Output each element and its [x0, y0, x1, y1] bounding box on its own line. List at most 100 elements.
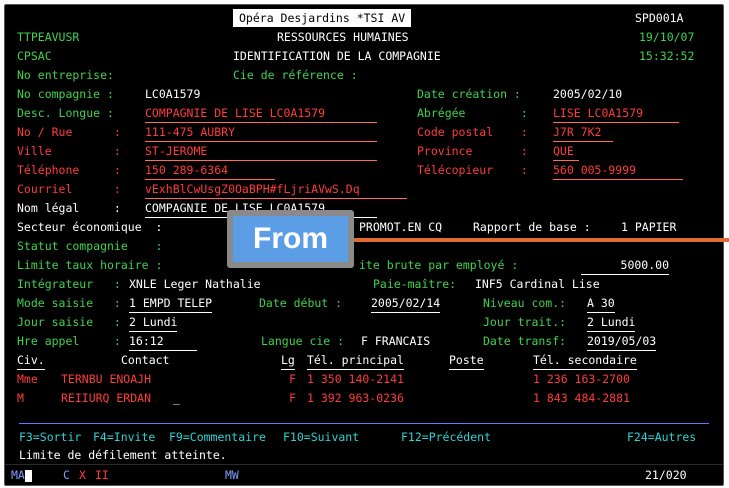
- f10-key[interactable]: F10=Suivant: [283, 428, 359, 446]
- ville-label: Ville :: [17, 144, 128, 158]
- contact-tel-principal: 1 350 140-2141: [307, 372, 404, 386]
- compagnie-row: No compagnie : LC0A1579 Date création : …: [5, 85, 723, 103]
- langue-cie-label: Langue cie :: [261, 334, 352, 348]
- status-x: X: [79, 468, 86, 482]
- limite-row: Limite taux horaire : ite brute par empl…: [5, 256, 723, 275]
- status-ma: MA: [11, 468, 25, 482]
- status-ii: II: [95, 468, 109, 482]
- text-cursor: _: [173, 391, 180, 405]
- col-civ: Civ.: [17, 351, 45, 370]
- system-name: Opéra Desjardins *TSI AV: [233, 9, 412, 27]
- mode-saisie-field[interactable]: 1 EMPD TELEP: [129, 294, 213, 313]
- courriel-label: Courriel :: [17, 182, 128, 196]
- telephone-label: Téléphone :: [17, 163, 128, 177]
- abregee-field[interactable]: LISE LC0A1579: [553, 104, 679, 123]
- title-row: Opéra Desjardins *TSI AV SPD001A: [5, 9, 723, 27]
- no-entreprise-label: No entreprise:: [17, 68, 114, 82]
- ville-row: Ville : ST-JEROME Province : QUE: [5, 142, 723, 161]
- hre-appel-label: Hre appel :: [17, 334, 128, 348]
- f12-key[interactable]: F12=Précédent: [401, 428, 491, 446]
- col-lg: Lg: [281, 351, 295, 370]
- f3-key[interactable]: F3=Sortir: [19, 428, 81, 446]
- ville-field[interactable]: ST-JEROME: [145, 142, 377, 161]
- jour-saisie-label: Jour saisie :: [17, 315, 128, 329]
- date-creation-value: 2005/02/10: [553, 87, 623, 101]
- province-field[interactable]: QUE: [553, 142, 579, 161]
- date-creation-label: Date création :: [417, 87, 528, 101]
- statut-label: Statut compagnie :: [17, 239, 163, 253]
- time: 15:32:52: [639, 49, 695, 63]
- col-tel-secondaire: Tél. secondaire: [533, 351, 637, 370]
- date-transf-label: Date transf:: [483, 334, 574, 348]
- limite-brute-field[interactable]: 5000.00: [581, 256, 669, 275]
- jour-trait-field[interactable]: 2 Lundi: [587, 313, 636, 332]
- desc-row: Desc. Longue : COMPAGNIE DE LISE LC0A157…: [5, 104, 723, 123]
- divider: [19, 423, 709, 424]
- contact-lg: F: [289, 372, 296, 386]
- hre-appel-field[interactable]: 16:12: [129, 332, 197, 351]
- jour-saisie-field[interactable]: 2 Lundi: [129, 313, 178, 332]
- no-rue-field[interactable]: 111-475 AUBRY: [145, 123, 377, 142]
- terminal-screen: Opéra Desjardins *TSI AV SPD001A TTPEAVU…: [4, 4, 724, 486]
- status-c: C: [63, 468, 70, 482]
- no-compagnie-label: No compagnie :: [17, 87, 121, 101]
- cie-reference-label: Cie de référence :: [233, 68, 358, 82]
- mode-saisie-label: Mode saisie :: [17, 296, 128, 310]
- status-mw: MW: [225, 468, 239, 482]
- f4-key[interactable]: F4=Invite: [93, 428, 155, 446]
- contact-tel-principal: 1 392 963-0236: [307, 391, 404, 405]
- col-contact: Contact: [121, 353, 170, 367]
- code-postal-label: Code postal :: [417, 125, 535, 139]
- courriel-row: Courriel : vExhBlCwUsgZ0OaBPH#fLjriAVwS.…: [5, 180, 723, 199]
- col-poste: Poste: [449, 351, 484, 370]
- integrateur-row: Intégrateur : XNLE Leger Nathalie Paie-m…: [5, 275, 723, 293]
- contacts-header-row: Civ. Contact Lg Tél. principal Poste Tél…: [5, 351, 723, 370]
- paie-maitre-value: INF5 Cardinal Lise: [475, 277, 600, 291]
- cursor-position: 21/020: [645, 468, 687, 482]
- contact-tel-secondaire: 1 843 484-2881: [533, 391, 630, 405]
- f9-key[interactable]: F9=Commentaire: [169, 428, 266, 446]
- message-row: Limite de défilement atteinte.: [5, 446, 723, 464]
- nom-legal-label: Nom légal :: [17, 201, 128, 215]
- jour-saisie-row: Jour saisie : 2 Lundi Jour trait.: 2 Lun…: [5, 313, 723, 332]
- secteur-row: Secteur économique : PROMOT.EN CQ Rappor…: [5, 218, 723, 236]
- telephone-field[interactable]: 150 289-6364: [145, 161, 275, 180]
- header-row-2: CPSAC IDENTIFICATION DE LA COMPAGNIE 15:…: [5, 47, 723, 65]
- contact-tel-secondaire: 1 236 163-2700: [533, 372, 630, 386]
- niveau-com-field[interactable]: A 30: [587, 294, 615, 313]
- contact-name: REIIURQ ERDAN: [61, 391, 152, 405]
- secteur-value: PROMOT.EN CQ: [359, 220, 443, 234]
- cursor-block-icon: [25, 466, 32, 484]
- contact-civ: M: [17, 391, 24, 405]
- telecopieur-field[interactable]: 560 005-9999: [553, 161, 683, 180]
- screen-title: IDENTIFICATION DE LA COMPAGNIE: [233, 49, 441, 63]
- f24-key[interactable]: F24=Autres: [627, 428, 696, 446]
- contact-civ: Mme: [17, 372, 38, 386]
- desc-longue-label: Desc. Longue :: [17, 106, 121, 120]
- rapport-label: Rapport de base :: [473, 220, 598, 234]
- province-label: Province :: [417, 144, 535, 158]
- limite-taux-label: Limite taux horaire :: [17, 258, 163, 272]
- telecopieur-label: Télécopieur :: [417, 163, 535, 177]
- abregee-label: Abrégée :: [417, 106, 535, 120]
- paie-maitre-label: Paie-maître:: [373, 277, 464, 291]
- date-transf-field[interactable]: 2019/05/03: [587, 332, 657, 351]
- niveau-com-label: Niveau com.:: [483, 296, 574, 310]
- table-row[interactable]: Mme TERNBU ENOAJH F 1 350 140-2141 1 236…: [5, 370, 723, 388]
- date: 19/10/07: [639, 30, 695, 44]
- langue-cie-value: F FRANCAIS: [361, 334, 431, 348]
- table-row[interactable]: M REIIURQ ERDAN _ F 1 392 963-0236 1 843…: [5, 389, 723, 407]
- courriel-field[interactable]: vExhBlCwUsgZ0OaBPH#fLjriAVwS.Dq: [145, 180, 407, 199]
- date-debut-field[interactable]: 2005/02/14: [371, 294, 441, 313]
- subtitle: RESSOURCES HUMAINES: [277, 30, 409, 44]
- integrateur-value: XNLE Leger Nathalie: [129, 277, 261, 291]
- entreprise-row: No entreprise: Cie de référence :: [5, 66, 723, 84]
- col-tel-principal: Tél. principal: [307, 351, 404, 370]
- integrateur-label: Intégrateur :: [17, 277, 128, 291]
- desc-longue-field[interactable]: COMPAGNIE DE LISE LC0A1579: [145, 104, 377, 123]
- code-postal-field[interactable]: J7R 7K2: [553, 123, 613, 142]
- function-keys-row: F3=Sortir F4=Invite F9=Commentaire F10=S…: [5, 428, 723, 446]
- hre-appel-row: Hre appel : 16:12 Langue cie : F FRANCAI…: [5, 332, 723, 351]
- rapport-value: 1 PAPIER: [621, 220, 677, 234]
- orange-arrow-line: [354, 238, 729, 242]
